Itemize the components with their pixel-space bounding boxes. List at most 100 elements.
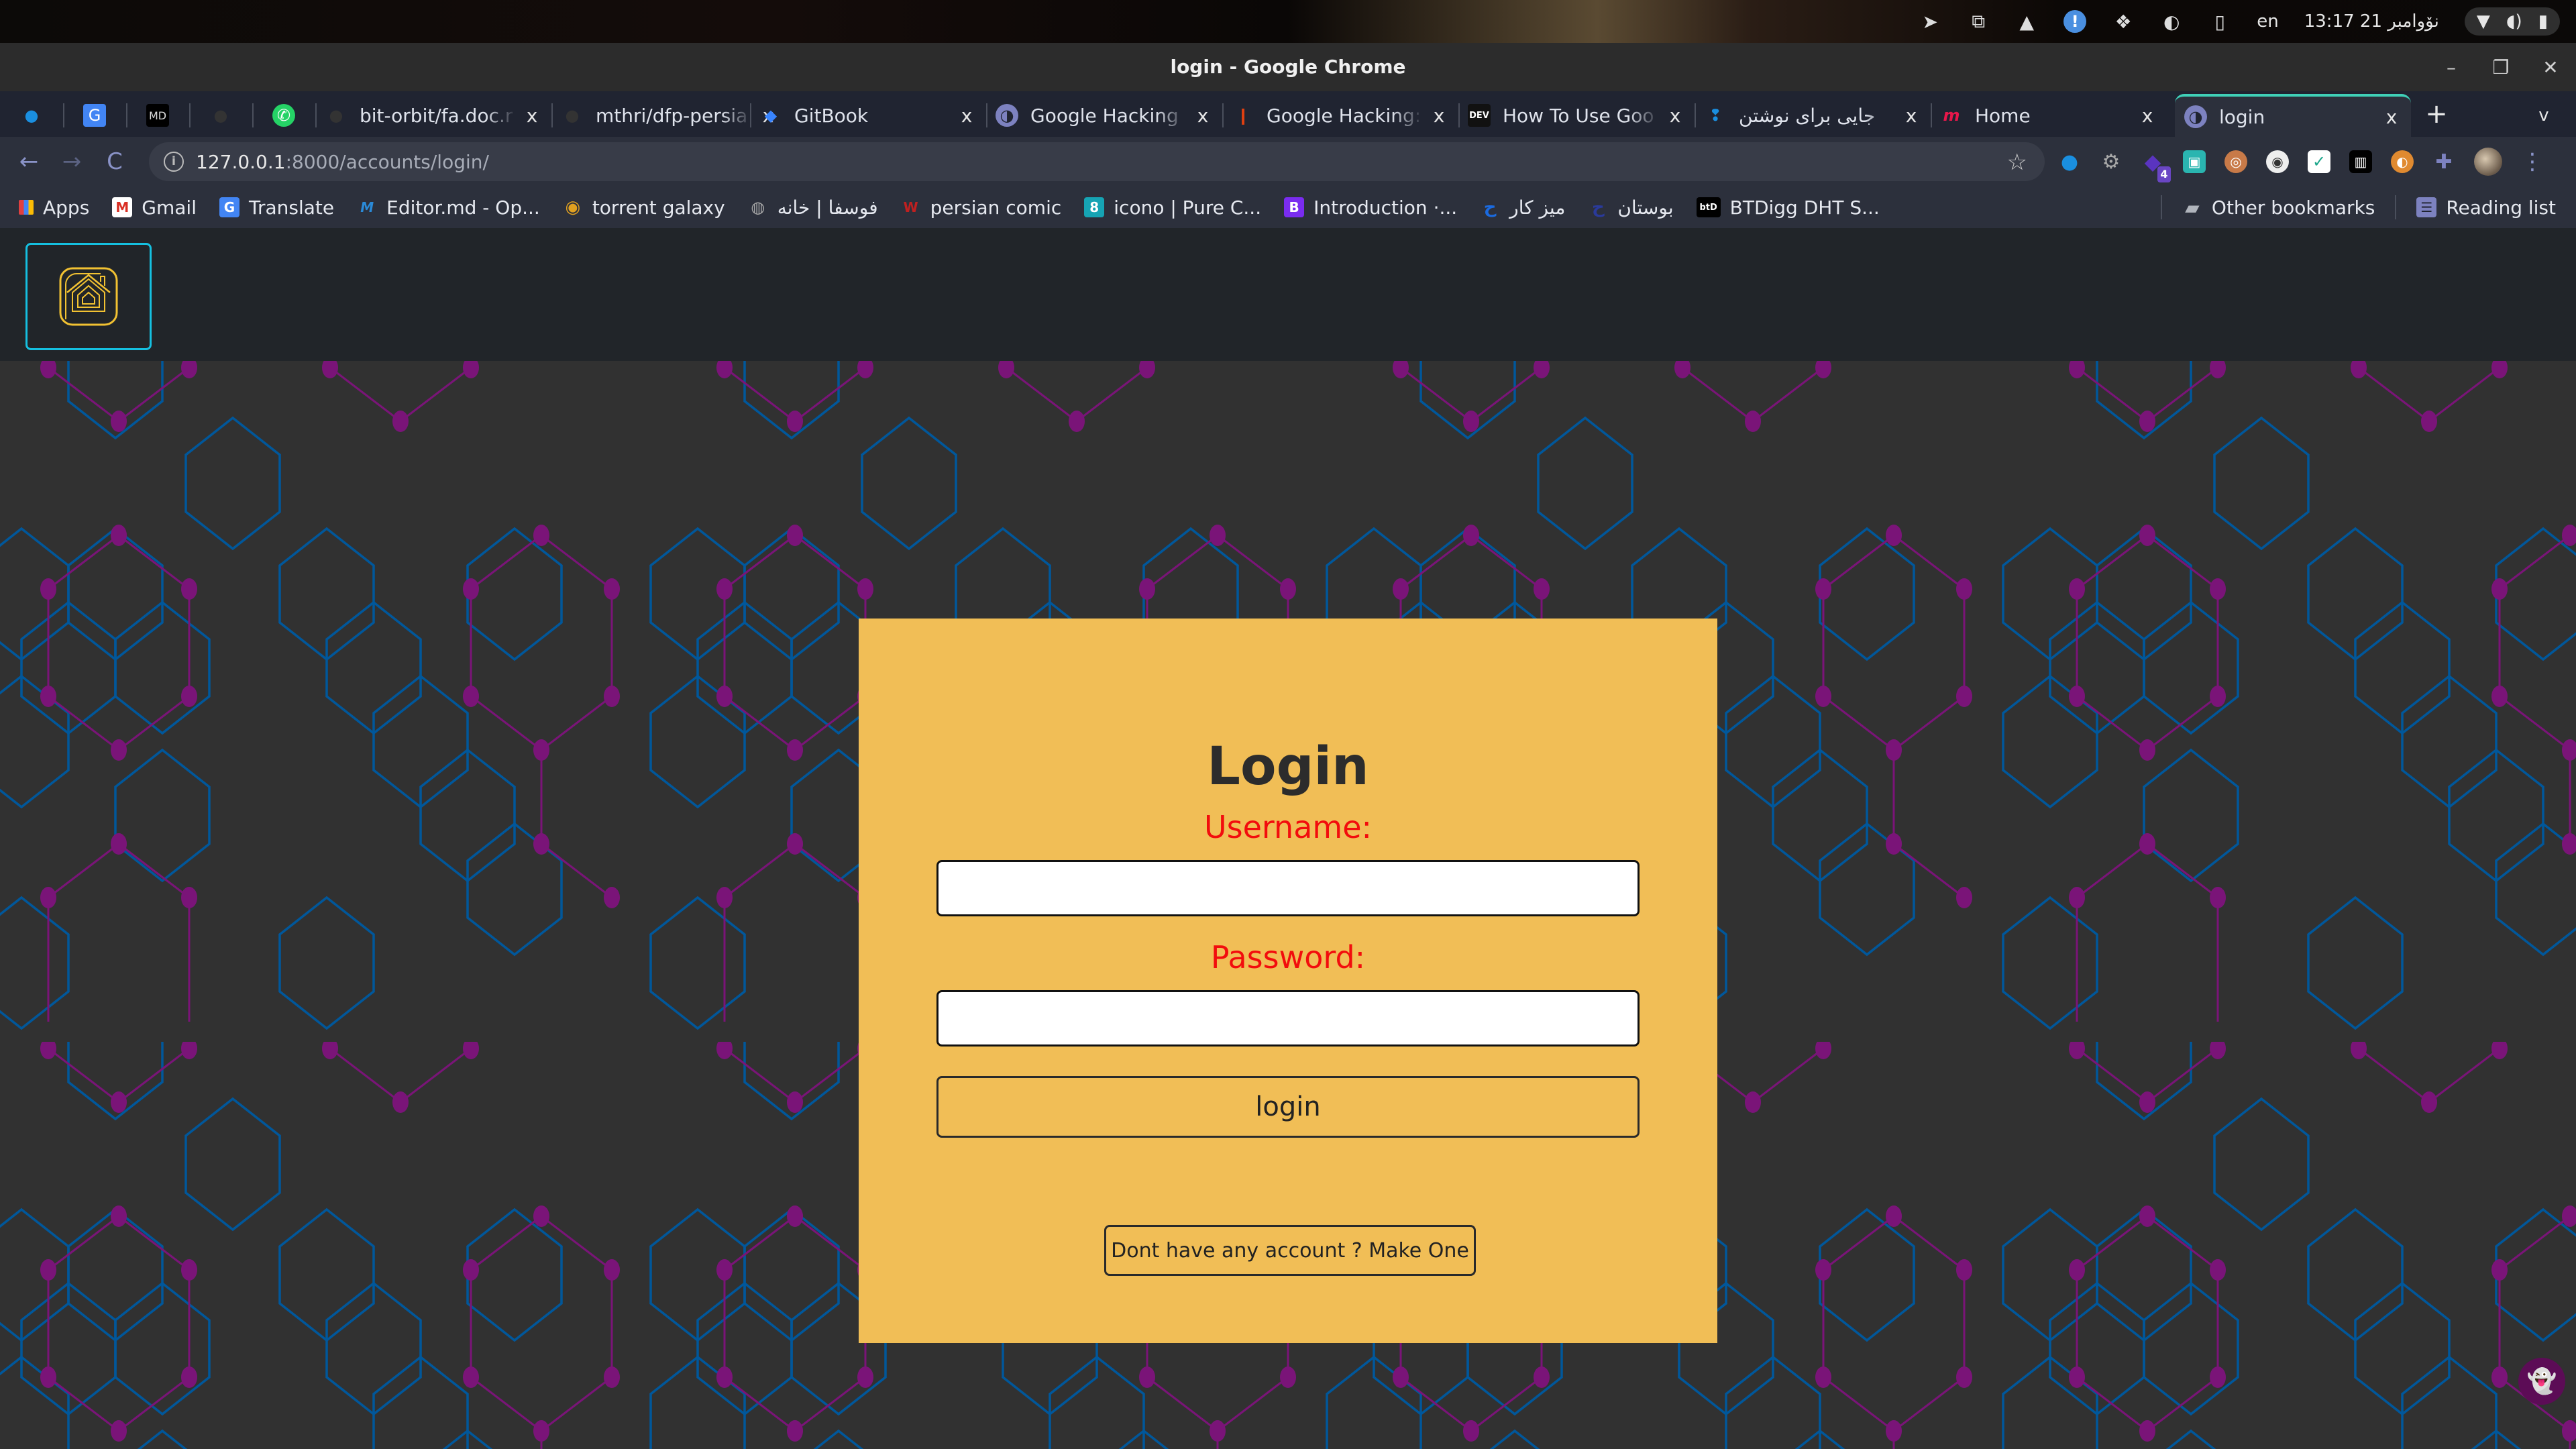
tab-close-icon[interactable]: x <box>1665 105 1685 127</box>
new-tab-button[interactable]: + <box>2422 101 2451 130</box>
bookmark-editor-md[interactable]: M Editor.md - Op... <box>357 197 540 219</box>
tab-close-icon[interactable]: x <box>1901 105 1921 127</box>
goggles-ext-icon[interactable]: ◎ <box>2224 150 2247 173</box>
tab-gitbook[interactable]: ◆ GitBook x <box>750 94 986 137</box>
bookmark-torrent-galaxy[interactable]: ◉ torrent galaxy <box>563 197 724 219</box>
tab-pinned-5[interactable]: ✆ <box>252 94 315 137</box>
contrast-icon[interactable]: ◐ <box>2160 10 2183 33</box>
close-window-button[interactable]: ✕ <box>2538 56 2563 78</box>
other-bookmarks[interactable]: ▰ Other bookmarks <box>2182 197 2375 219</box>
tab-login[interactable]: ◑ login x <box>2175 94 2411 137</box>
clipboard-icon[interactable]: ▯ <box>2208 10 2231 33</box>
restore-button[interactable]: ❐ <box>2489 56 2513 78</box>
bookmark-miz-kar[interactable]: ح میز کار <box>1480 197 1566 219</box>
tab-google-hacking-2[interactable]: ❙ Google Hacking: x <box>1222 94 1458 137</box>
tab-bit-orbit[interactable]: ● bit-orbit/fa.doc.r x <box>315 94 551 137</box>
tab-pinned-2[interactable]: G <box>63 94 126 137</box>
reload-button[interactable]: C <box>99 146 130 177</box>
battery-icon: ▮ <box>2538 11 2548 32</box>
balloon-ext-icon[interactable]: ● <box>2058 150 2081 174</box>
username-input[interactable] <box>936 860 1640 916</box>
torrent-galaxy-icon: ◉ <box>565 197 581 217</box>
copy-switch-icon[interactable]: ⧉ <box>1967 10 1990 33</box>
bookmark-star-icon[interactable]: ☆ <box>2007 149 2027 176</box>
info-icon[interactable]: ! <box>2063 10 2087 33</box>
tab-pinned-3[interactable]: MD <box>126 94 189 137</box>
site-info-icon[interactable]: i <box>164 152 184 172</box>
telegram-icon[interactable]: ➤ <box>1919 10 1941 33</box>
tempmail-ext-icon[interactable]: ✓ <box>2308 150 2330 173</box>
bookmark-fossfa[interactable]: ◍ فوسفا | خانه <box>748 197 877 219</box>
globe-icon: ◑ <box>996 104 1018 127</box>
apps-grid-icon <box>19 200 34 215</box>
cookie-ext-icon[interactable]: ◐ <box>2391 150 2414 173</box>
hackers-icon: ❙ <box>1236 106 1250 125</box>
globe-icon: ◑ <box>2184 105 2207 128</box>
trash-ext-icon[interactable]: ▥ <box>2349 150 2372 173</box>
dev-icon: DEV <box>1468 104 1491 127</box>
puzzle-ext-icon[interactable]: ✚ <box>2432 150 2455 174</box>
tab-pinned-1[interactable]: ● <box>0 94 63 137</box>
github-icon: ● <box>329 106 343 125</box>
folder-icon: ▰ <box>2185 196 2200 219</box>
tab-google-hacking-1[interactable]: ◑ Google Hacking x <box>986 94 1222 137</box>
tab-close-icon[interactable]: x <box>1193 105 1213 127</box>
profile-avatar[interactable] <box>2474 148 2502 176</box>
signup-link-button[interactable]: Dont have any account ? Make One <box>1104 1225 1476 1276</box>
persian-comic-icon: W <box>903 199 918 215</box>
tab-virgool[interactable]: ❢ جایی برای نوشتن x <box>1695 94 1931 137</box>
whatsapp-icon: ✆ <box>272 104 295 127</box>
tab-pinned-4[interactable]: ● <box>189 94 252 137</box>
save-ext-icon[interactable]: ▣ <box>2183 150 2206 173</box>
gears-ext-icon[interactable]: ⚙ <box>2100 150 2123 174</box>
ghost-icon[interactable]: 👻 <box>2518 1358 2565 1405</box>
back-button[interactable]: ← <box>13 146 44 177</box>
google-translate-icon: G <box>219 197 239 217</box>
forward-button[interactable]: → <box>56 146 87 177</box>
login-button[interactable]: login <box>936 1076 1640 1138</box>
vlc-icon[interactable]: ▲ <box>2015 10 2038 33</box>
tab-close-icon[interactable]: x <box>2381 106 2402 128</box>
tab-close-icon[interactable]: x <box>2137 105 2157 127</box>
site-navbar <box>0 228 2576 361</box>
url-text[interactable]: 127.0.0.1:8000/accounts/login/ <box>196 151 489 173</box>
m-logo-icon: m <box>1943 106 1960 125</box>
dropbox-icon[interactable]: ❖ <box>2112 10 2135 33</box>
os-top-panel: ➤ ⧉ ▲ ! ❖ ◐ ▯ en 13:17 21 نۆوامبر ▼ ◖) ▮ <box>0 0 2576 43</box>
home-logo-link[interactable] <box>25 243 152 350</box>
tab-close-icon[interactable]: x <box>1429 105 1449 127</box>
address-bar[interactable]: i 127.0.0.1:8000/accounts/login/ ☆ <box>149 142 2045 181</box>
chrome-menu-button[interactable]: ⋮ <box>2521 148 2544 175</box>
pin-balloon-icon: ● <box>24 106 39 125</box>
bookmark-icono[interactable]: 8 icono | Pure C... <box>1084 197 1261 219</box>
bookmark-persian-comic[interactable]: Wpersian comic <box>901 197 1062 219</box>
tab-close-icon[interactable]: x <box>957 105 977 127</box>
system-status-menu[interactable]: ▼ ◖) ▮ <box>2464 7 2560 36</box>
reading-list[interactable]: ☰ Reading list <box>2416 197 2556 219</box>
login-title: Login <box>1207 737 1369 797</box>
tab-search-button[interactable]: v <box>2529 101 2559 130</box>
stack-ext-icon[interactable]: ◆ 4 <box>2141 149 2171 182</box>
ghostery-ext-icon[interactable]: ◉ <box>2266 150 2289 173</box>
gitbook-icon: ◆ <box>764 106 777 125</box>
boostan-icon: ح <box>1591 197 1605 217</box>
tab-strip: ● G MD ● ✆ ● bit-orbit/fa.doc.r x ● mthri/d… <box>0 91 2576 137</box>
virgool-desk-icon: ح <box>1483 197 1497 217</box>
password-input[interactable] <box>936 990 1640 1046</box>
tab-home[interactable]: m Home x <box>1931 94 2167 137</box>
bookmark-gmail[interactable]: M Gmail <box>112 197 197 219</box>
bookmark-bootstrap[interactable]: B Introduction ·... <box>1284 197 1457 219</box>
login-card: Login Username: Password: login Dont hav… <box>859 619 1717 1343</box>
markdown-icon: MD <box>146 104 169 127</box>
tab-close-icon[interactable]: x <box>522 105 542 127</box>
minimize-button[interactable]: – <box>2439 56 2463 78</box>
virgool-icon: ❢ <box>1708 106 1723 125</box>
bookmark-translate[interactable]: G Translate <box>219 197 334 219</box>
clock[interactable]: 13:17 21 نۆوامبر <box>2304 11 2439 32</box>
bookmark-boostan[interactable]: ح بوستان <box>1588 197 1674 219</box>
tab-how-to-use[interactable]: DEV How To Use Goo x <box>1458 94 1695 137</box>
bookmark-btdigg[interactable]: btD BTDigg DHT S... <box>1696 197 1880 219</box>
bookmark-apps[interactable]: Apps <box>19 197 89 219</box>
volume-icon: ◖) <box>2506 11 2522 32</box>
keyboard-language[interactable]: en <box>2257 11 2278 32</box>
